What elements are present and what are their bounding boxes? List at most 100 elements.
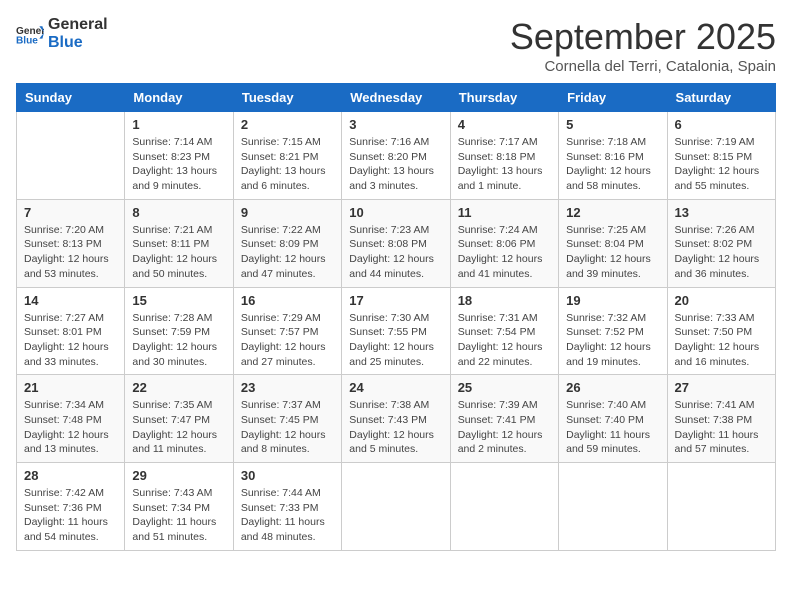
day-number: 3 (349, 117, 442, 132)
day-info: Sunrise: 7:39 AM Sunset: 7:41 PM Dayligh… (458, 398, 551, 457)
calendar-cell: 11Sunrise: 7:24 AM Sunset: 8:06 PM Dayli… (450, 199, 558, 287)
day-info: Sunrise: 7:16 AM Sunset: 8:20 PM Dayligh… (349, 135, 442, 194)
day-info: Sunrise: 7:33 AM Sunset: 7:50 PM Dayligh… (675, 311, 768, 370)
day-number: 19 (566, 293, 659, 308)
day-info: Sunrise: 7:29 AM Sunset: 7:57 PM Dayligh… (241, 311, 334, 370)
calendar-cell: 30 Sunrise: 7:44 AM Sunset: 7:33 PM Dayli… (233, 463, 341, 551)
calendar-cell: 27 Sunrise: 7:41 AM Sunset: 7:38 PM Dayli… (667, 375, 775, 463)
calendar-cell: 19 Sunrise: 7:32 AM Sunset: 7:52 PM Dayli… (559, 287, 667, 375)
day-of-week-header: SundayMondayTuesdayWednesdayThursdayFrid… (17, 84, 776, 112)
dow-tuesday: Tuesday (233, 84, 341, 112)
day-info: Sunrise: 7:35 AM Sunset: 7:47 PM Dayligh… (132, 398, 225, 457)
calendar-cell: 9 Sunrise: 7:22 AM Sunset: 8:09 PM Daylig… (233, 199, 341, 287)
calendar-cell: 18 Sunrise: 7:31 AM Sunset: 7:54 PM Dayli… (450, 287, 558, 375)
day-number: 21 (24, 380, 117, 395)
calendar-cell (17, 112, 125, 200)
calendar-cell: 28Sunrise: 7:42 AM Sunset: 7:36 PM Dayli… (17, 463, 125, 551)
week-row-4: 28Sunrise: 7:42 AM Sunset: 7:36 PM Dayli… (17, 463, 776, 551)
day-number: 12 (566, 205, 659, 220)
day-number: 10 (349, 205, 442, 220)
calendar-cell: 24 Sunrise: 7:38 AM Sunset: 7:43 PM Dayli… (342, 375, 450, 463)
day-number: 23 (241, 380, 334, 395)
calendar-cell: 2 Sunrise: 7:15 AM Sunset: 8:21 PM Daylig… (233, 112, 341, 200)
day-info: Sunrise: 7:31 AM Sunset: 7:54 PM Dayligh… (458, 311, 551, 370)
day-number: 2 (241, 117, 334, 132)
calendar-cell (342, 463, 450, 551)
day-number: 1 (132, 117, 225, 132)
logo-icon: General Blue (16, 23, 44, 45)
day-number: 30 (241, 468, 334, 483)
calendar-cell: 16 Sunrise: 7:29 AM Sunset: 7:57 PM Dayli… (233, 287, 341, 375)
day-number: 25 (458, 380, 551, 395)
calendar-cell: 29 Sunrise: 7:43 AM Sunset: 7:34 PM Dayli… (125, 463, 233, 551)
day-info: Sunrise: 7:17 AM Sunset: 8:18 PM Dayligh… (458, 135, 551, 194)
day-info: Sunrise: 7:26 AM Sunset: 8:02 PM Dayligh… (675, 223, 768, 282)
week-row-2: 14Sunrise: 7:27 AM Sunset: 8:01 PM Dayli… (17, 287, 776, 375)
day-number: 18 (458, 293, 551, 308)
day-info: Sunrise: 7:43 AM Sunset: 7:34 PM Dayligh… (132, 486, 225, 545)
location-title: Cornella del Terri, Catalonia, Spain (510, 58, 776, 75)
day-info: Sunrise: 7:44 AM Sunset: 7:33 PM Dayligh… (241, 486, 334, 545)
calendar-cell: 15Sunrise: 7:28 AM Sunset: 7:59 PM Dayli… (125, 287, 233, 375)
logo-general: General (48, 16, 108, 34)
day-number: 7 (24, 205, 117, 220)
calendar-cell: 13 Sunrise: 7:26 AM Sunset: 8:02 PM Dayli… (667, 199, 775, 287)
day-info: Sunrise: 7:20 AM Sunset: 8:13 PM Dayligh… (24, 223, 117, 282)
day-number: 9 (241, 205, 334, 220)
calendar-cell: 26Sunrise: 7:40 AM Sunset: 7:40 PM Dayli… (559, 375, 667, 463)
day-info: Sunrise: 7:30 AM Sunset: 7:55 PM Dayligh… (349, 311, 442, 370)
calendar-cell: 22 Sunrise: 7:35 AM Sunset: 7:47 PM Dayli… (125, 375, 233, 463)
day-number: 27 (675, 380, 768, 395)
day-number: 4 (458, 117, 551, 132)
day-number: 24 (349, 380, 442, 395)
day-number: 20 (675, 293, 768, 308)
day-number: 16 (241, 293, 334, 308)
day-info: Sunrise: 7:22 AM Sunset: 8:09 PM Dayligh… (241, 223, 334, 282)
day-info: Sunrise: 7:19 AM Sunset: 8:15 PM Dayligh… (675, 135, 768, 194)
day-info: Sunrise: 7:14 AM Sunset: 8:23 PM Dayligh… (132, 135, 225, 194)
day-info: Sunrise: 7:34 AM Sunset: 7:48 PM Dayligh… (24, 398, 117, 457)
day-number: 8 (132, 205, 225, 220)
day-info: Sunrise: 7:42 AM Sunset: 7:36 PM Dayligh… (24, 486, 117, 545)
calendar-cell: 10Sunrise: 7:23 AM Sunset: 8:08 PM Dayli… (342, 199, 450, 287)
day-info: Sunrise: 7:15 AM Sunset: 8:21 PM Dayligh… (241, 135, 334, 194)
day-info: Sunrise: 7:25 AM Sunset: 8:04 PM Dayligh… (566, 223, 659, 282)
dow-monday: Monday (125, 84, 233, 112)
calendar-cell: 7 Sunrise: 7:20 AM Sunset: 8:13 PM Daylig… (17, 199, 125, 287)
day-info: Sunrise: 7:32 AM Sunset: 7:52 PM Dayligh… (566, 311, 659, 370)
calendar-cell: 21 Sunrise: 7:34 AM Sunset: 7:48 PM Dayli… (17, 375, 125, 463)
day-number: 29 (132, 468, 225, 483)
day-info: Sunrise: 7:24 AM Sunset: 8:06 PM Dayligh… (458, 223, 551, 282)
dow-sunday: Sunday (17, 84, 125, 112)
day-info: Sunrise: 7:40 AM Sunset: 7:40 PM Dayligh… (566, 398, 659, 457)
calendar-cell (667, 463, 775, 551)
logo-blue: Blue (48, 34, 108, 52)
svg-text:Blue: Blue (16, 35, 38, 45)
calendar-cell: 8Sunrise: 7:21 AM Sunset: 8:11 PM Daylig… (125, 199, 233, 287)
dow-friday: Friday (559, 84, 667, 112)
month-title: September 2025 (510, 16, 776, 58)
calendar-cell: 1 Sunrise: 7:14 AM Sunset: 8:23 PM Daylig… (125, 112, 233, 200)
page-header: General Blue General Blue September 2025… (16, 16, 776, 75)
day-number: 5 (566, 117, 659, 132)
calendar-cell: 3 Sunrise: 7:16 AM Sunset: 8:20 PM Daylig… (342, 112, 450, 200)
calendar-cell: 14Sunrise: 7:27 AM Sunset: 8:01 PM Dayli… (17, 287, 125, 375)
day-number: 13 (675, 205, 768, 220)
week-row-3: 21 Sunrise: 7:34 AM Sunset: 7:48 PM Dayli… (17, 375, 776, 463)
calendar: SundayMondayTuesdayWednesdayThursdayFrid… (16, 83, 776, 551)
calendar-cell (450, 463, 558, 551)
title-area: September 2025 Cornella del Terri, Catal… (510, 16, 776, 75)
day-number: 22 (132, 380, 225, 395)
calendar-cell: 4 Sunrise: 7:17 AM Sunset: 8:18 PM Daylig… (450, 112, 558, 200)
calendar-cell: 12 Sunrise: 7:25 AM Sunset: 8:04 PM Dayli… (559, 199, 667, 287)
calendar-cell: 23Sunrise: 7:37 AM Sunset: 7:45 PM Dayli… (233, 375, 341, 463)
calendar-cell: 17Sunrise: 7:30 AM Sunset: 7:55 PM Dayli… (342, 287, 450, 375)
calendar-cell: 6Sunrise: 7:19 AM Sunset: 8:15 PM Daylig… (667, 112, 775, 200)
day-info: Sunrise: 7:41 AM Sunset: 7:38 PM Dayligh… (675, 398, 768, 457)
dow-wednesday: Wednesday (342, 84, 450, 112)
dow-saturday: Saturday (667, 84, 775, 112)
day-info: Sunrise: 7:38 AM Sunset: 7:43 PM Dayligh… (349, 398, 442, 457)
day-number: 14 (24, 293, 117, 308)
calendar-cell: 25 Sunrise: 7:39 AM Sunset: 7:41 PM Dayli… (450, 375, 558, 463)
calendar-body: 1 Sunrise: 7:14 AM Sunset: 8:23 PM Daylig… (17, 112, 776, 551)
